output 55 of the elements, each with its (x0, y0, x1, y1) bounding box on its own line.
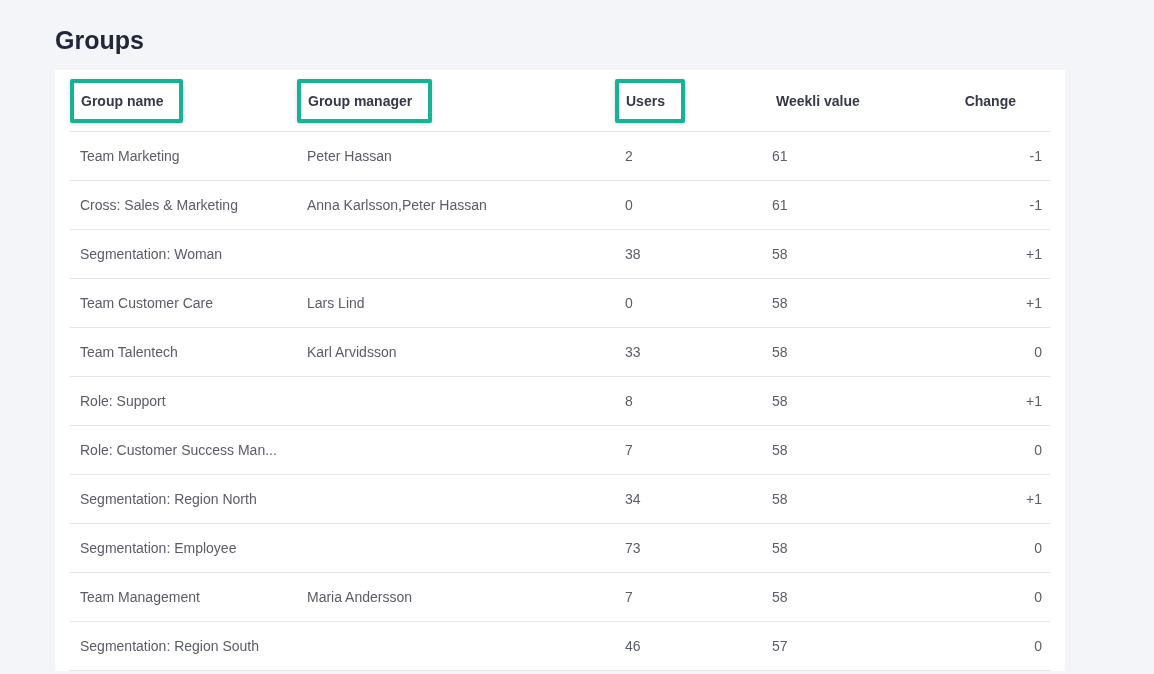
table-cell: 61 (772, 197, 788, 213)
table-cell: 57 (772, 638, 788, 654)
table-cell: 58 (772, 540, 788, 556)
table-cell: 38 (625, 246, 641, 262)
table-cell: Team Marketing (80, 148, 180, 164)
table-cell: Segmentation: Region North (80, 491, 257, 507)
table-cell: -1 (1029, 197, 1042, 213)
table-cell: Segmentation: Region South (80, 638, 259, 654)
table-cell: Cross: Sales & Marketing (80, 197, 238, 213)
table-cell: 58 (772, 491, 788, 507)
table-cell: 34 (625, 491, 641, 507)
table-cell: 8 (625, 393, 633, 409)
column-header[interactable]: Weekli value (762, 78, 864, 123)
table-cell: 33 (625, 344, 641, 360)
table-cell: Segmentation: Employee (80, 540, 237, 556)
table-cell: 7 (625, 589, 633, 605)
highlighted-column-header[interactable]: Group name (70, 78, 184, 123)
table-cell: Role: Customer Success Man... (80, 442, 277, 458)
table-cell: Lars Lind (307, 295, 365, 311)
table-cell: 58 (772, 589, 788, 605)
table-cell: Segmentation: Woman (80, 246, 223, 262)
table-cell: Maria Andersson (307, 589, 413, 605)
table-cell: 0 (1034, 540, 1042, 556)
page-title: Groups (55, 25, 145, 56)
table-cell: Role: Support (80, 393, 166, 409)
column-header[interactable]: Change (950, 78, 1020, 123)
table-cell: +1 (1026, 295, 1042, 311)
table-cell: 58 (772, 442, 788, 458)
table-cell: Peter Hassan (307, 148, 392, 164)
table-cell: 73 (625, 540, 641, 556)
table-cell: +1 (1026, 393, 1042, 409)
table-cell: +1 (1026, 246, 1042, 262)
highlighted-column-header[interactable]: Group manager (297, 78, 433, 123)
table-cell: 2 (625, 148, 633, 164)
table-cell: 7 (625, 442, 633, 458)
table-cell: 58 (772, 393, 788, 409)
table-cell: 0 (1034, 344, 1042, 360)
table-cell: 0 (625, 295, 633, 311)
table-cell: 58 (772, 344, 788, 360)
table-cell: 61 (772, 148, 788, 164)
table-cell: 0 (625, 197, 633, 213)
table-cell: Team Customer Care (80, 295, 214, 311)
table-cell: +1 (1026, 491, 1042, 507)
table-cell: 0 (1034, 442, 1042, 458)
table-cell: -1 (1029, 148, 1042, 164)
table-cell: 0 (1034, 589, 1042, 605)
table-cell: Karl Arvidsson (307, 344, 397, 360)
table-cell: 0 (1034, 638, 1042, 654)
table-cell: Anna Karlsson,Peter Hassan (307, 197, 487, 213)
table-cell: 58 (772, 246, 788, 262)
table-cell: Team Management (80, 589, 200, 605)
table-cell: Team Talentech (80, 344, 178, 360)
table-cell: 58 (772, 295, 788, 311)
highlighted-column-header[interactable]: Users (615, 78, 685, 123)
table-cell: 46 (625, 638, 641, 654)
